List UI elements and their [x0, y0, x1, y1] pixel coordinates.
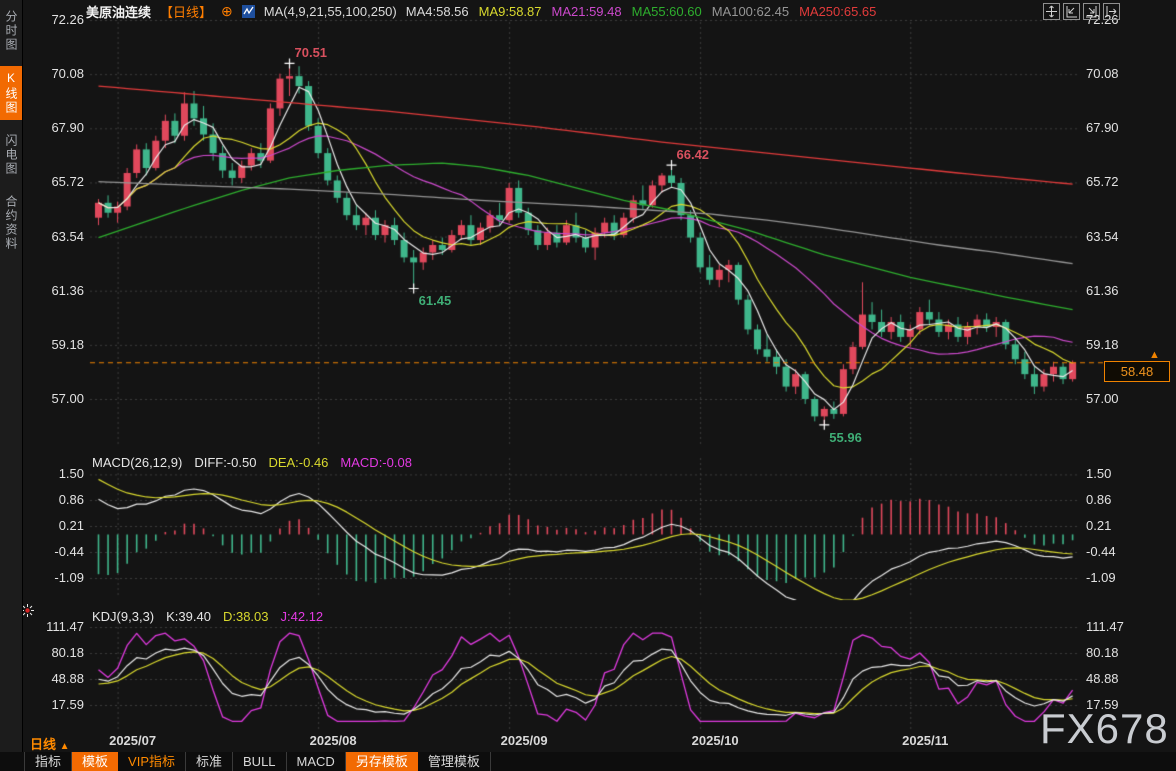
ma-value-label: MA9:58.87 [479, 4, 542, 19]
last-price-tag: 58.48 [1104, 361, 1170, 382]
y-axis-label: 48.88 [1086, 671, 1119, 686]
y-axis-label: 72.26 [24, 12, 84, 27]
tab-模板[interactable]: 模板 [72, 752, 118, 771]
sidebar-item-合约资料[interactable]: 合约资料 [0, 190, 22, 256]
ma-value-label: MA250:65.65 [799, 4, 876, 19]
month-label-2025/10: 2025/10 [680, 733, 750, 748]
y-axis-label: 67.90 [1086, 120, 1119, 135]
price-annotation: 55.96 [829, 430, 862, 445]
tab-BULL[interactable]: BULL [233, 752, 287, 771]
sidebar-item-闪电图[interactable]: 闪电图 [0, 129, 22, 181]
y-axis-label: -0.44 [1086, 544, 1116, 559]
window-controls [1043, 3, 1120, 20]
left-sidebar: 分时图 K线图闪电图合约资料 [0, 0, 23, 757]
tab-MACD[interactable]: MACD [287, 752, 346, 771]
y-axis-label: 59.18 [1086, 337, 1119, 352]
y-axis-label: 61.36 [24, 283, 84, 298]
macd-dea-value: DEA:-0.46 [268, 455, 328, 470]
y-axis-label: -1.09 [1086, 570, 1116, 585]
ma-value-label: MA55:60.60 [632, 4, 702, 19]
macd-macd-value: MACD:-0.08 [340, 455, 412, 470]
price-annotation: 70.51 [295, 45, 328, 60]
y-axis-label: 61.36 [1086, 283, 1119, 298]
y-axis-label: 17.59 [24, 697, 84, 712]
kdj-k-value: K:39.40 [166, 609, 211, 624]
y-axis-label: 0.86 [1086, 492, 1111, 507]
y-axis-label: 0.86 [24, 492, 84, 507]
sidebar-item-分时图[interactable]: 分时图 [0, 5, 22, 57]
y-axis-label: 63.54 [24, 229, 84, 244]
shift-right-icon[interactable] [1103, 3, 1120, 20]
add-indicator-icon[interactable]: ⊕ [221, 3, 233, 20]
mini-chart-icon[interactable] [242, 5, 255, 18]
ma-values: MA4:58.56 MA9:58.87 MA21:59.48 MA55:60.60 MA… [406, 4, 877, 19]
ma-value-label: MA21:59.48 [552, 4, 622, 19]
kdj-panel-header: KDJ(9,3,3) K:39.40 D:38.03 J:42.12 [92, 609, 323, 624]
period-tag[interactable]: 【日线】 [160, 2, 212, 21]
app: 分时图 K线图闪电图合约资料 美原油连续 【日线】 ⊕ MA(4,9,21,55,… [0, 0, 1176, 771]
y-axis-label: 80.18 [1086, 645, 1119, 660]
price-up-arrow-icon: ▲ [1149, 349, 1160, 361]
chart-header: 美原油连续 【日线】 ⊕ MA(4,9,21,55,100,250) MA4:5… [86, 2, 876, 20]
y-axis-label: 0.21 [24, 518, 84, 533]
period-dropdown-arrow-icon: ▲ [60, 741, 70, 752]
y-axis-label: 65.72 [24, 174, 84, 189]
y-axis-label: 1.50 [1086, 466, 1111, 481]
month-label-2025/11: 2025/11 [890, 733, 960, 748]
y-axis-label: -1.09 [24, 570, 84, 585]
period-selector[interactable]: 日线 ▲ [30, 734, 70, 753]
ma-value-label: MA100:62.45 [712, 4, 789, 19]
y-axis-label: -0.44 [24, 544, 84, 559]
ma-value-label: MA4:58.56 [406, 4, 469, 19]
y-axis-label: 48.88 [24, 671, 84, 686]
symbol-title: 美原油连续 [86, 2, 151, 21]
y-axis-label: 1.50 [24, 466, 84, 481]
month-label-2025/07: 2025/07 [98, 733, 168, 748]
kdj-name: KDJ(9,3,3) [92, 609, 154, 624]
main-chart-canvas[interactable] [0, 0, 1176, 771]
y-axis-label: 80.18 [24, 645, 84, 660]
month-label-2025/08: 2025/08 [298, 733, 368, 748]
sidebar-item-K线图[interactable]: K线图 [0, 66, 22, 120]
y-axis-label: 59.18 [24, 337, 84, 352]
tab-VIP指标[interactable]: VIP指标 [118, 752, 186, 771]
y-axis-label: 63.54 [1086, 229, 1119, 244]
fit-right-icon[interactable] [1083, 3, 1100, 20]
ma-group-label: MA(4,9,21,55,100,250) [264, 4, 397, 19]
month-label-2025/09: 2025/09 [489, 733, 559, 748]
watermark: FX678 [1040, 705, 1169, 753]
kdj-d-value: D:38.03 [223, 609, 269, 624]
kdj-j-value: J:42.12 [281, 609, 324, 624]
y-axis-label: 57.00 [24, 391, 84, 406]
macd-diff-value: DIFF:-0.50 [194, 455, 256, 470]
y-axis-label: 70.08 [24, 66, 84, 81]
macd-name: MACD(26,12,9) [92, 455, 182, 470]
tab-另存模板[interactable]: 另存模板 [346, 752, 418, 771]
y-axis-label: 57.00 [1086, 391, 1119, 406]
y-axis-label: 67.90 [24, 120, 84, 135]
bottom-toolbar: 指标模板VIP指标标准BULLMACD另存模板管理模板 [0, 752, 1176, 771]
price-annotation: 66.42 [677, 147, 710, 162]
tab-标准[interactable]: 标准 [186, 752, 233, 771]
price-annotation: 61.45 [419, 293, 452, 308]
tab-指标[interactable]: 指标 [24, 752, 72, 771]
macd-panel-header: MACD(26,12,9) DIFF:-0.50 DEA:-0.46 MACD:… [92, 455, 412, 470]
fit-left-icon[interactable] [1063, 3, 1080, 20]
y-axis-label: 65.72 [1086, 174, 1119, 189]
crosshair-tool-icon[interactable] [1043, 3, 1060, 20]
y-axis-label: 0.21 [1086, 518, 1111, 533]
tab-管理模板[interactable]: 管理模板 [418, 752, 491, 771]
y-axis-label: 111.47 [1086, 619, 1124, 634]
y-axis-label: 70.08 [1086, 66, 1119, 81]
